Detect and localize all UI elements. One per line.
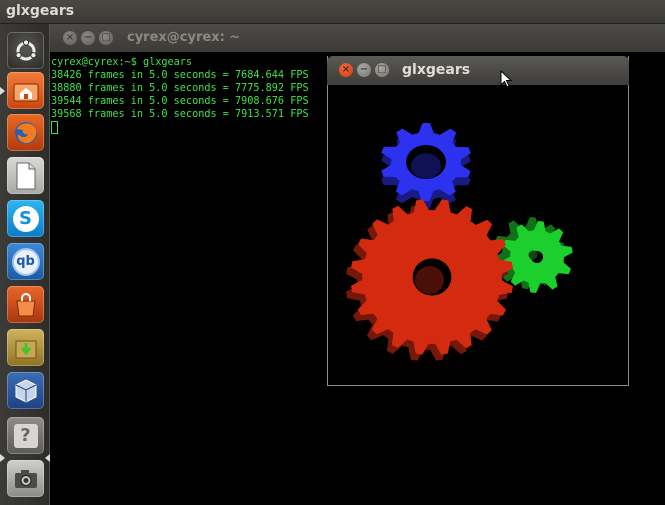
libreoffice-launcher-button[interactable] (7, 157, 44, 194)
skype-launcher-button[interactable]: S (7, 200, 44, 237)
blue-gear (381, 123, 471, 209)
home-folder-icon (13, 83, 38, 101)
glxgears-titlebar[interactable]: × − □ glxgears (327, 56, 629, 85)
glxgears-minimize-button[interactable]: − (357, 63, 371, 77)
camera-icon (14, 469, 37, 488)
qbittorrent-icon: qb (11, 247, 40, 276)
update-manager-launcher-button[interactable] (7, 329, 44, 366)
red-gear (346, 199, 513, 361)
home-folder-launcher-button[interactable] (7, 72, 44, 109)
software-center-launcher-button[interactable] (7, 286, 44, 323)
close-icon: × (65, 32, 75, 43)
terminal-maximize-button[interactable]: □ (99, 31, 113, 45)
close-icon: × (341, 64, 351, 75)
maximize-icon: □ (101, 32, 111, 43)
help-icon: ? (13, 423, 38, 448)
virtualbox-icon (15, 378, 36, 403)
minimize-icon: − (83, 32, 93, 43)
maximize-icon: □ (377, 64, 387, 75)
minimize-icon: − (359, 64, 369, 75)
qbittorrent-launcher-button[interactable]: qb (7, 243, 44, 280)
glxgears-maximize-button[interactable]: □ (375, 63, 389, 77)
terminal-minimize-button[interactable]: − (81, 31, 95, 45)
skype-icon: S (12, 205, 39, 232)
top-panel: glxgears (0, 0, 665, 24)
terminal-cursor (51, 121, 58, 134)
glxgears-close-button[interactable]: × (339, 63, 353, 77)
dash-launcher-button[interactable] (7, 32, 44, 69)
unity-launcher: S qb ? (0, 24, 50, 505)
glxgears-title: glxgears (402, 62, 471, 78)
terminal-title: cyrex@cyrex: ~ (127, 30, 241, 45)
terminal-close-button[interactable]: × (63, 31, 77, 45)
firefox-launcher-button[interactable] (7, 114, 44, 151)
virtualbox-launcher-button[interactable] (7, 372, 44, 409)
glxgears-canvas (346, 123, 573, 361)
firefox-icon (14, 121, 37, 144)
help-launcher-button[interactable]: ? (7, 417, 44, 454)
document-icon (16, 162, 35, 189)
ubuntu-logo-icon (15, 38, 36, 60)
screenshot-launcher-button[interactable] (7, 460, 44, 497)
green-gear (493, 217, 573, 293)
glxgears-window[interactable]: × − □ glxgears (327, 56, 629, 386)
active-app-title: glxgears (6, 3, 75, 19)
mouse-pointer-icon (500, 70, 512, 88)
download-box-icon (15, 340, 36, 358)
shopping-bag-icon (15, 292, 36, 316)
terminal-titlebar[interactable]: × − □ cyrex@cyrex: ~ (50, 24, 665, 52)
